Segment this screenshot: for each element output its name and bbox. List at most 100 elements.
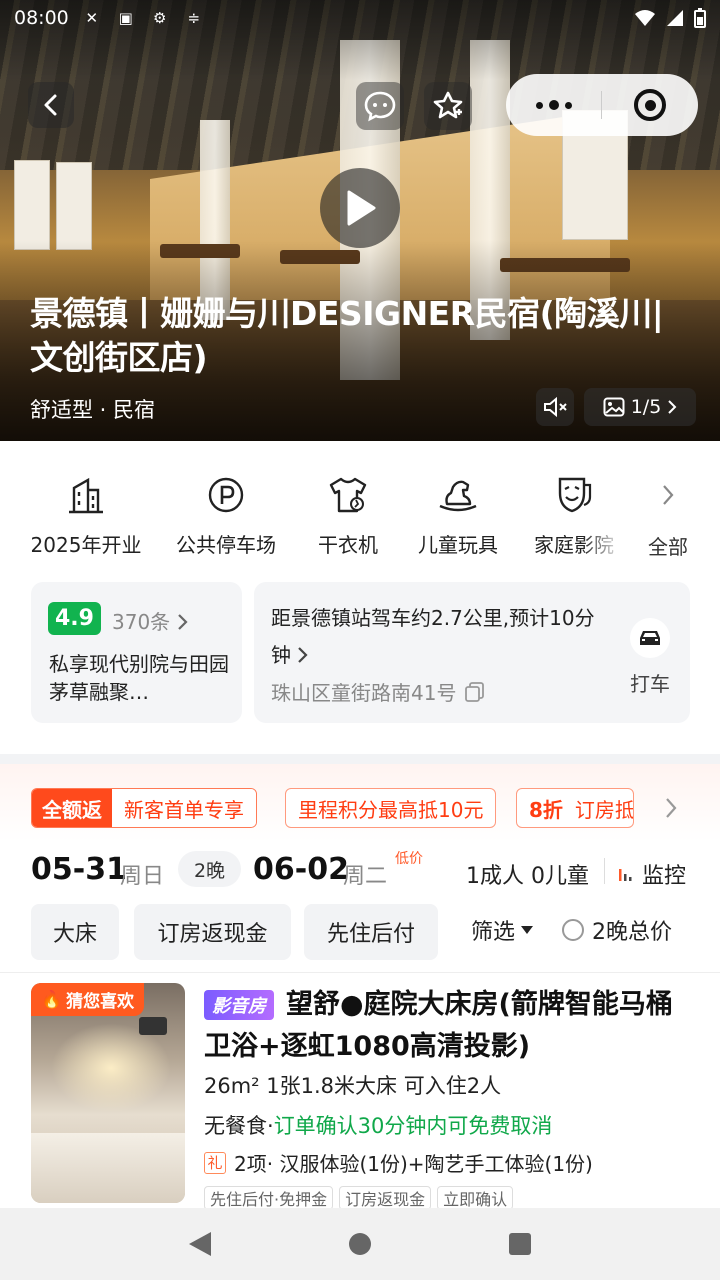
chevron-right-icon — [663, 485, 674, 505]
promo-cashback[interactable]: 全额返 新客首单专享 — [31, 788, 257, 828]
av-room-badge: 影音房 — [204, 990, 274, 1020]
free-cancel-text: 订单确认30分钟内可免费取消 — [273, 1114, 553, 1138]
album-button[interactable]: 1/5 — [584, 388, 696, 426]
checkin-date[interactable]: 05-31 — [31, 852, 127, 887]
projector-image — [139, 1017, 167, 1035]
facility-label: 2025年开业 — [30, 533, 142, 557]
promo-mileage[interactable]: 里程积分最高抵10元 — [285, 788, 497, 828]
checkout-date[interactable]: 06-02 — [253, 852, 349, 887]
rating-score: 4.9 — [48, 602, 101, 635]
gift-tag: 礼 — [204, 1151, 226, 1174]
close-miniapp-button[interactable] — [602, 74, 698, 136]
facility-dryer[interactable]: 干衣机 — [300, 441, 396, 571]
guess-you-like-tag: 🔥 猜您喜欢 — [31, 983, 145, 1016]
filter-chip-cashback[interactable]: 订房返现金 — [134, 904, 291, 960]
facilities-all-button[interactable]: 全部 — [640, 441, 696, 571]
monitor-button[interactable]: 监控 — [618, 858, 686, 890]
more-dots-icon — [535, 101, 543, 109]
low-price-badge: 低价 — [395, 851, 423, 867]
location-distance: 距景德镇站驾车约2.7公里,预计10分钟 — [271, 606, 595, 667]
price-chart-icon — [619, 869, 632, 881]
facility-label: 家庭影院 — [534, 529, 614, 558]
facility-kids-toys[interactable]: 儿童玩具 — [410, 441, 506, 571]
calligraphy-scroll — [14, 160, 50, 250]
rating-card[interactable]: 4.9 370条 私享现代别院与田园茅草融聚… — [31, 582, 242, 723]
wifi-icon — [635, 10, 655, 26]
filter-button[interactable]: 筛选 — [471, 914, 534, 946]
cell-signal-icon — [667, 10, 683, 26]
back-button[interactable] — [28, 82, 74, 128]
theater-mask-icon — [558, 477, 592, 513]
filter-chip-king-bed[interactable]: 大床 — [31, 904, 119, 960]
vpn-icon: ≑ — [187, 9, 201, 27]
taxi-button[interactable]: 打车 — [620, 618, 680, 697]
hotel-title: 景德镇丨姗姗与川DESIGNER民宿(陶溪川|文创街区店) — [30, 294, 664, 377]
speaker-muted-icon — [544, 396, 567, 418]
calligraphy-scroll — [56, 162, 92, 250]
nav-home-icon[interactable] — [349, 1233, 371, 1255]
chevron-right-icon — [298, 647, 308, 663]
facilities-row: 2025年开业 公共停车场 干衣机 儿童玩具 家庭影院 全部 — [0, 441, 720, 571]
settings-icon: ⚙ — [153, 9, 167, 27]
image-icon — [603, 397, 625, 417]
review-count: 370条 — [112, 606, 189, 635]
facility-parking[interactable]: 公共停车场 — [170, 441, 282, 571]
favorite-button[interactable] — [424, 82, 472, 130]
facility-label: 公共停车场 — [176, 533, 276, 557]
location-address: 珠山区童街路南41号 — [271, 677, 486, 706]
checkout-weekday: 周二 — [343, 864, 388, 889]
total-price-toggle[interactable]: 2晚总价 — [562, 914, 672, 946]
nights-count: 2晚 — [178, 851, 241, 887]
room-tags: 先住后付·免押金 订房返现金 立即确认 — [204, 1186, 514, 1210]
chat-button[interactable] — [356, 82, 404, 130]
nav-recent-apps-icon[interactable] — [509, 1233, 531, 1255]
facility-home-theater[interactable]: 家庭影院 — [526, 441, 622, 571]
target-close-icon — [634, 89, 666, 121]
promo-more-button[interactable] — [664, 796, 678, 824]
caret-down-icon — [521, 926, 534, 934]
status-bar: 08:00 ✕ ▣ ⚙ ≑ — [0, 0, 720, 36]
status-time: 08:00 — [14, 7, 69, 29]
chevron-right-icon — [666, 798, 677, 818]
mute-button[interactable] — [536, 388, 574, 426]
room-meal-policy: 无餐食·订单确认30分钟内可免费取消 — [204, 1114, 553, 1138]
promo-discount[interactable]: 8折 订房抵 — [516, 788, 634, 828]
room-tag: 先住后付·免押金 — [204, 1186, 334, 1210]
facilities-all-label: 全部 — [648, 535, 688, 559]
facility-opening-year[interactable]: 2025年开业 — [30, 441, 142, 571]
room-name[interactable]: 望舒●庭院大床房(箭牌智能马桶卫浴+逐虹1080高清投影) — [204, 984, 674, 1068]
room-tag: 立即确认 — [437, 1186, 514, 1210]
toy-horse-icon — [439, 480, 477, 512]
keyboard-icon: ▣ — [118, 9, 133, 27]
album-counter: 1/5 — [630, 396, 662, 418]
room-spec: 26m² 1张1.8米大床 可入住2人 — [204, 1074, 502, 1098]
promo-cashback-tag: 全额返 — [32, 789, 112, 827]
play-video-button[interactable] — [320, 168, 400, 248]
taxi-label: 打车 — [630, 672, 670, 696]
hotel-type: 舒适型 · 民宿 — [30, 398, 156, 422]
filter-chip-pay-later[interactable]: 先住后付 — [304, 904, 438, 960]
chevron-left-icon — [44, 94, 57, 116]
guests-selector[interactable]: 1成人 0儿童 — [466, 858, 589, 890]
room-tag: 订房返现金 — [339, 1186, 432, 1210]
copy-icon[interactable] — [464, 681, 486, 703]
room-gift: 礼 2项· 汉服体验(1份)+陶艺手工体验(1份) — [204, 1148, 593, 1177]
section-divider — [0, 754, 720, 764]
promo-cashback-text: 新客首单专享 — [112, 789, 256, 827]
miniapp-capsule — [506, 74, 698, 136]
room-photo[interactable] — [31, 983, 185, 1203]
car-icon — [640, 631, 660, 645]
building-icon — [69, 477, 103, 514]
star-add-icon — [433, 91, 463, 119]
location-card[interactable]: 距景德镇站驾车约2.7公里,预计10分钟 珠山区童街路南41号 打车 — [254, 582, 690, 723]
nav-back-icon[interactable] — [189, 1232, 211, 1256]
flame-icon: 🔥 — [41, 989, 63, 1010]
system-nav-bar — [0, 1208, 720, 1280]
chevron-right-icon — [668, 400, 677, 414]
chat-bubble-icon — [364, 91, 396, 122]
dryer-icon — [329, 477, 367, 513]
more-button[interactable] — [506, 74, 601, 136]
facility-label: 干衣机 — [318, 533, 378, 557]
parking-icon — [208, 477, 244, 513]
review-summary: 私享现代别院与田园茅草融聚… — [49, 652, 229, 704]
